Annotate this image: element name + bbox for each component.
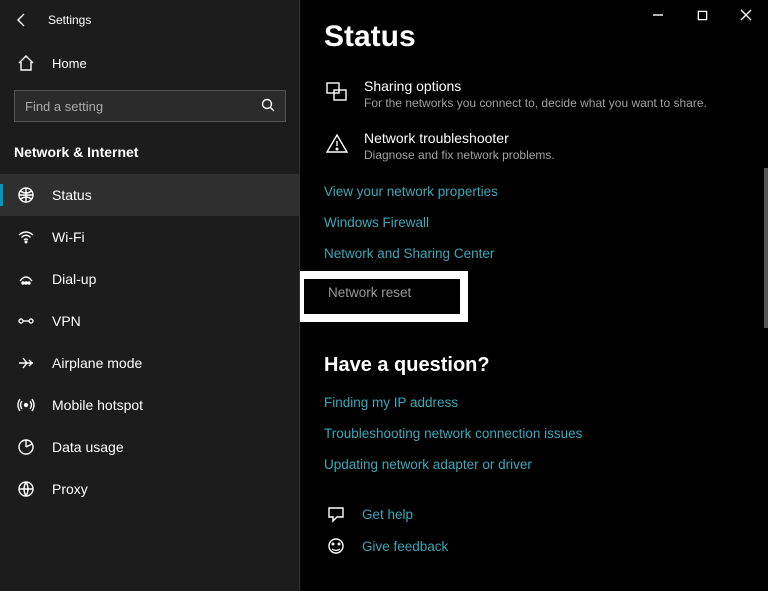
home-icon bbox=[16, 54, 36, 72]
link-firewall[interactable]: Windows Firewall bbox=[324, 207, 744, 238]
troubleshooter-icon bbox=[324, 130, 350, 162]
search-wrap: Find a setting bbox=[0, 86, 300, 136]
troubleshooter-title: Network troubleshooter bbox=[364, 130, 555, 146]
network-reset-highlight: Network reset bbox=[300, 271, 468, 322]
section-title: Network & Internet bbox=[0, 136, 300, 174]
feedback-label: Give feedback bbox=[362, 539, 448, 554]
sidebar-item-dialup[interactable]: Dial-up bbox=[0, 258, 300, 300]
sidebar-item-proxy[interactable]: Proxy bbox=[0, 468, 300, 510]
window-controls bbox=[636, 0, 768, 30]
scrollbar[interactable] bbox=[764, 58, 768, 591]
vpn-icon bbox=[16, 312, 36, 330]
proxy-icon bbox=[16, 480, 36, 498]
sidebar: Settings Home Find a setting Network & I… bbox=[0, 0, 300, 591]
sharing-title: Sharing options bbox=[364, 78, 707, 94]
get-help-label: Get help bbox=[362, 507, 413, 522]
sidebar-item-label: VPN bbox=[52, 313, 81, 329]
home-button[interactable]: Home bbox=[0, 40, 300, 86]
get-help-row[interactable]: Get help bbox=[324, 498, 744, 530]
sidebar-item-wifi[interactable]: Wi-Fi bbox=[0, 216, 300, 258]
search-input[interactable]: Find a setting bbox=[14, 90, 286, 122]
sidebar-item-label: Data usage bbox=[52, 439, 124, 455]
troubleshooter-block[interactable]: Network troubleshooter Diagnose and fix … bbox=[324, 124, 744, 176]
datausage-icon bbox=[16, 438, 36, 456]
sidebar-item-label: Dial-up bbox=[52, 271, 96, 287]
sidebar-item-vpn[interactable]: VPN bbox=[0, 300, 300, 342]
link-troubleshoot-conn[interactable]: Troubleshooting network connection issue… bbox=[324, 418, 744, 449]
wifi-icon bbox=[16, 228, 36, 246]
app-title: Settings bbox=[48, 13, 91, 27]
sharing-options-block[interactable]: Sharing options For the networks you con… bbox=[324, 72, 744, 124]
sidebar-item-hotspot[interactable]: Mobile hotspot bbox=[0, 384, 300, 426]
question-heading: Have a question? bbox=[324, 332, 744, 387]
get-help-icon bbox=[324, 504, 348, 524]
search-icon bbox=[261, 98, 275, 115]
home-label: Home bbox=[52, 56, 87, 71]
sidebar-item-label: Mobile hotspot bbox=[52, 397, 143, 413]
sidebar-item-datausage[interactable]: Data usage bbox=[0, 426, 300, 468]
dialup-icon bbox=[16, 270, 36, 288]
link-view-properties[interactable]: View your network properties bbox=[324, 176, 744, 207]
feedback-row[interactable]: Give feedback bbox=[324, 530, 744, 562]
sidebar-item-status[interactable]: Status bbox=[0, 174, 300, 216]
sidebar-item-label: Proxy bbox=[52, 481, 88, 497]
feedback-icon bbox=[324, 536, 348, 556]
minimize-button[interactable] bbox=[636, 0, 680, 30]
sidebar-item-label: Status bbox=[52, 187, 92, 203]
back-button[interactable] bbox=[12, 10, 32, 30]
link-updating-adapter[interactable]: Updating network adapter or driver bbox=[324, 449, 744, 480]
close-button[interactable] bbox=[724, 0, 768, 30]
sharing-desc: For the networks you connect to, decide … bbox=[364, 94, 707, 110]
link-finding-ip[interactable]: Finding my IP address bbox=[324, 387, 744, 418]
search-placeholder: Find a setting bbox=[25, 99, 261, 114]
sidebar-item-label: Wi-Fi bbox=[52, 229, 85, 245]
hotspot-icon bbox=[16, 396, 36, 414]
status-icon bbox=[16, 186, 36, 204]
link-network-reset[interactable]: Network reset bbox=[328, 285, 442, 300]
main-content: Status Sharing options For the networks … bbox=[300, 0, 768, 591]
troubleshooter-desc: Diagnose and fix network problems. bbox=[364, 146, 555, 162]
airplane-icon bbox=[16, 354, 36, 372]
sharing-icon bbox=[324, 78, 350, 110]
maximize-button[interactable] bbox=[680, 0, 724, 30]
titlebar: Settings bbox=[0, 0, 300, 40]
link-sharing-center[interactable]: Network and Sharing Center bbox=[324, 238, 744, 269]
sidebar-item-airplane[interactable]: Airplane mode bbox=[0, 342, 300, 384]
sidebar-item-label: Airplane mode bbox=[52, 355, 142, 371]
